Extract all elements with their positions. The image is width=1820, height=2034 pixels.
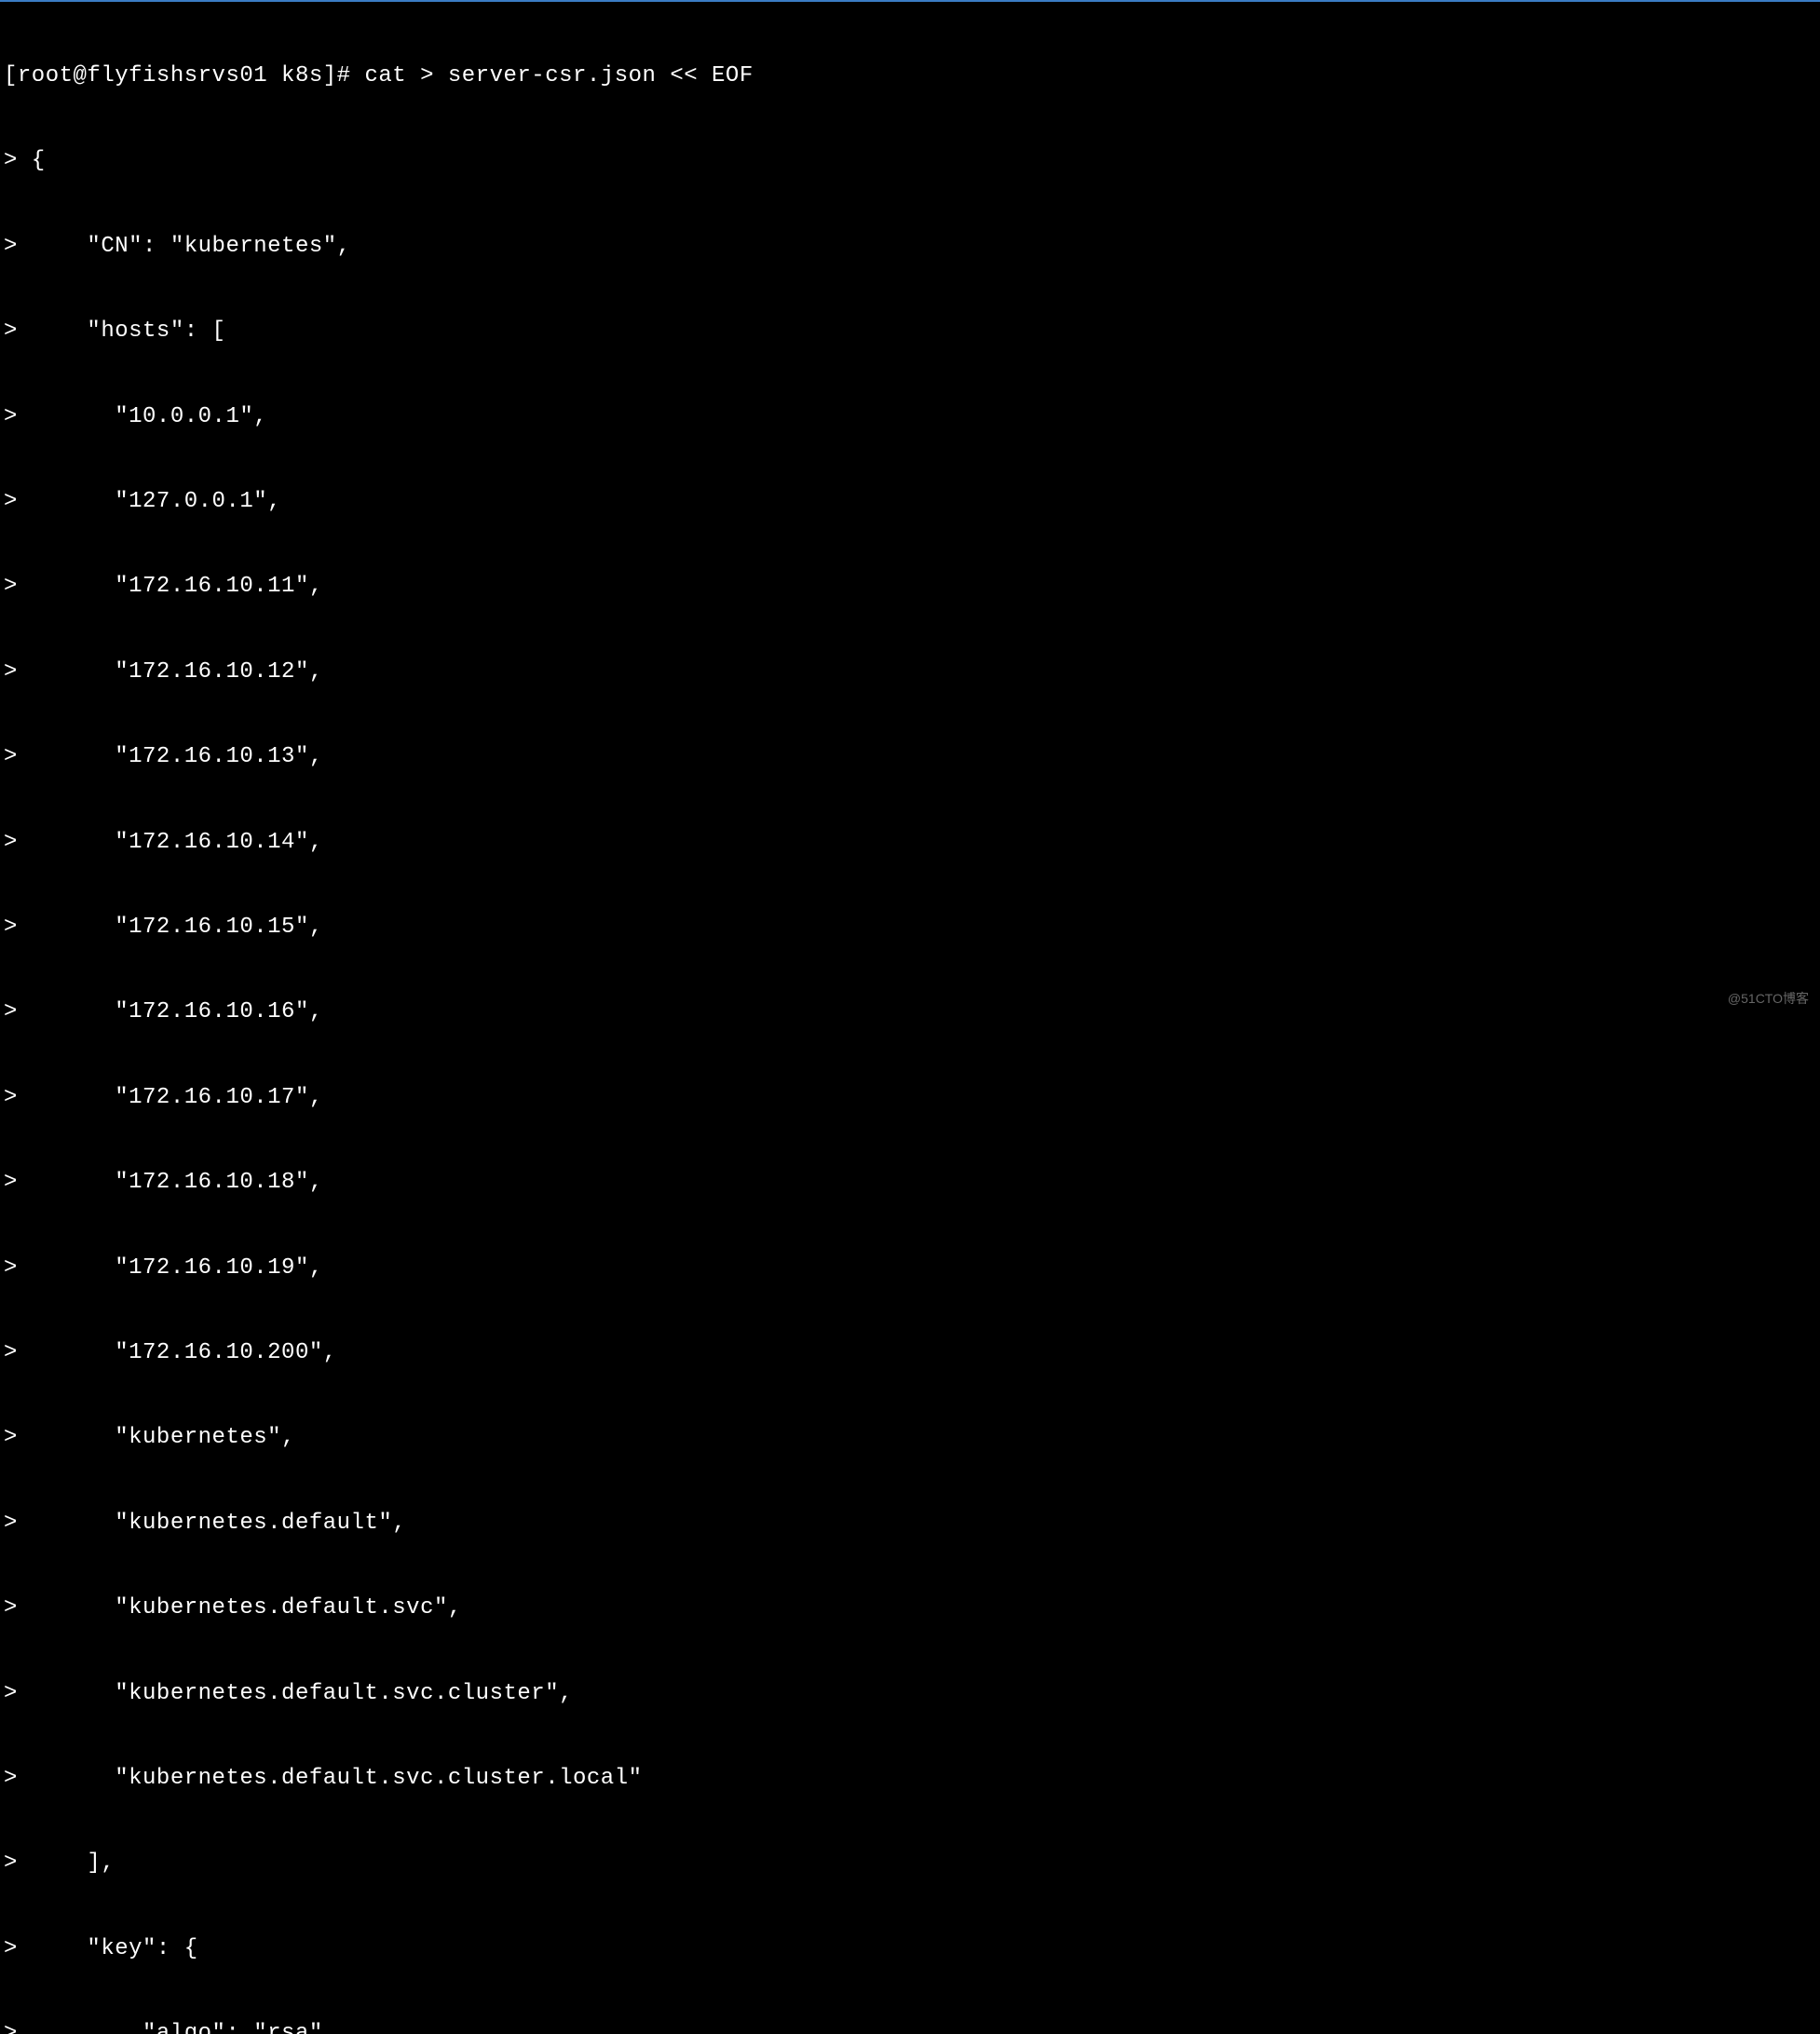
terminal-line: > "kubernetes.default.svc.cluster",	[4, 1680, 1816, 1708]
terminal-line: > "key": {	[4, 1935, 1816, 1963]
terminal-line: > "172.16.10.11",	[4, 573, 1816, 601]
terminal-line: > {	[4, 147, 1816, 175]
terminal-line: > "172.16.10.18",	[4, 1169, 1816, 1197]
terminal-line: > "172.16.10.14",	[4, 829, 1816, 857]
terminal-line: > "172.16.10.19",	[4, 1254, 1816, 1282]
terminal-line: > "10.0.0.1",	[4, 403, 1816, 431]
terminal-line: > "172.16.10.12",	[4, 658, 1816, 686]
terminal-line: > "algo": "rsa",	[4, 2020, 1816, 2034]
terminal-line: > "127.0.0.1",	[4, 488, 1816, 516]
terminal-line: > "172.16.10.16",	[4, 998, 1816, 1026]
watermark-text: @51CTO博客	[1728, 991, 1809, 1008]
terminal-line: > "kubernetes.default.svc",	[4, 1594, 1816, 1622]
terminal-line: > "172.16.10.13",	[4, 743, 1816, 771]
terminal-line: > "kubernetes",	[4, 1424, 1816, 1452]
prompt-line: [root@flyfishsrvs01 k8s]# cat > server-c…	[4, 62, 1816, 90]
terminal-line: > "172.16.10.17",	[4, 1084, 1816, 1112]
terminal-line: > "172.16.10.15",	[4, 914, 1816, 942]
terminal-line: > "hosts": [	[4, 318, 1816, 346]
terminal-line: > "kubernetes.default.svc.cluster.local"	[4, 1765, 1816, 1793]
terminal-line: > "CN": "kubernetes",	[4, 233, 1816, 261]
terminal-line: > "kubernetes.default",	[4, 1510, 1816, 1538]
terminal-line: > ],	[4, 1850, 1816, 1878]
terminal-output[interactable]: [root@flyfishsrvs01 k8s]# cat > server-c…	[4, 6, 1816, 2034]
terminal-line: > "172.16.10.200",	[4, 1339, 1816, 1367]
